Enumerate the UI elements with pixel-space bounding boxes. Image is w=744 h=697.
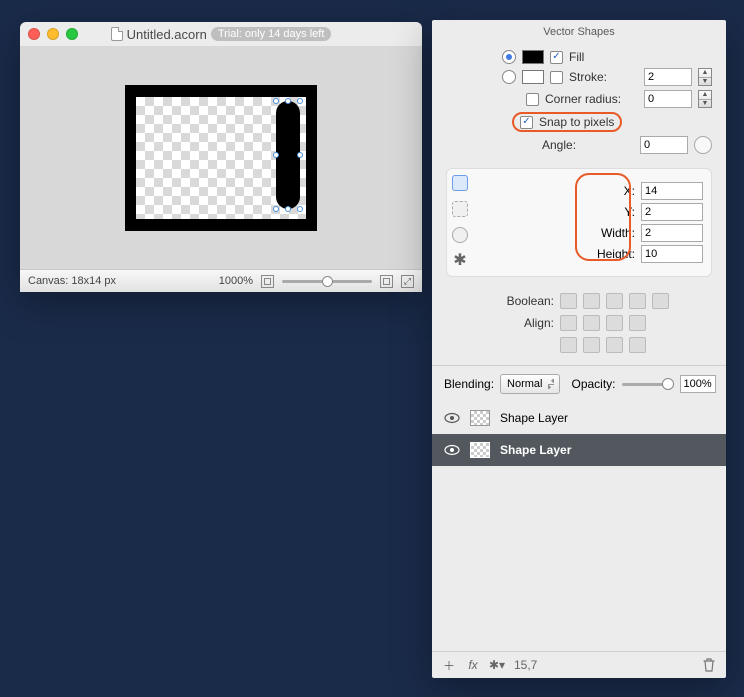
layer-name: Shape Layer — [500, 411, 568, 425]
layer-thumbnail — [470, 410, 490, 426]
corner-radius-label: Corner radius: — [545, 92, 621, 106]
boolean-subtract-icon[interactable] — [583, 293, 600, 309]
canvas-size-label: Canvas: 18x14 px — [28, 275, 116, 287]
zoom-slider[interactable] — [282, 280, 372, 283]
align-vcenter-icon[interactable] — [583, 337, 600, 353]
layer-row[interactable]: Shape Layer — [432, 434, 726, 466]
traffic-lights — [28, 28, 78, 40]
visibility-icon[interactable] — [444, 412, 460, 424]
y-input[interactable] — [641, 203, 703, 221]
snap-to-pixels-checkbox[interactable]: ✓ — [520, 116, 533, 129]
visibility-icon[interactable] — [444, 444, 460, 456]
zoom-out-icon[interactable] — [261, 275, 274, 288]
resize-handle[interactable] — [273, 206, 279, 212]
resize-handle[interactable] — [285, 206, 291, 212]
add-layer-icon[interactable]: ＋ — [442, 658, 456, 672]
snap-to-pixels-label: Snap to pixels — [539, 115, 614, 129]
zoom-label: 1000% — [219, 275, 253, 287]
document-icon — [111, 27, 123, 41]
boolean-union-icon[interactable] — [560, 293, 577, 309]
resize-handle[interactable] — [297, 152, 303, 158]
corner-radius-input[interactable] — [644, 90, 692, 108]
zoom-button[interactable] — [66, 28, 78, 40]
x-label: X: — [567, 184, 635, 198]
boolean-intersect-icon[interactable] — [606, 293, 623, 309]
opacity-label: Opacity: — [572, 377, 616, 391]
gear-icon[interactable]: ✱▾ — [490, 658, 504, 672]
align-bottom-icon[interactable] — [606, 337, 623, 353]
opacity-value[interactable]: 100% — [680, 375, 716, 393]
width-label: Width: — [567, 226, 635, 240]
resize-handle[interactable] — [273, 152, 279, 158]
zoom-in-icon[interactable] — [380, 275, 393, 288]
titlebar[interactable]: Untitled.acorn Trial: only 14 days left — [20, 22, 422, 46]
y-label: Y: — [567, 205, 635, 219]
canvas[interactable] — [136, 97, 306, 219]
fill-label: Fill — [569, 50, 584, 64]
distribute-h-icon[interactable] — [629, 315, 646, 331]
width-input[interactable] — [641, 224, 703, 242]
align-label: Align: — [446, 316, 554, 330]
panel-title: Vector Shapes — [432, 20, 726, 42]
document-title: Untitled.acorn — [127, 27, 207, 42]
minimize-button[interactable] — [47, 28, 59, 40]
distribute-v-icon[interactable] — [629, 337, 646, 353]
status-bar: Canvas: 18x14 px 1000% ⤢ — [20, 269, 422, 292]
align-top-icon[interactable] — [560, 337, 577, 353]
align-left-icon[interactable] — [560, 315, 577, 331]
resize-handle[interactable] — [273, 98, 279, 104]
canvas-viewport[interactable] — [20, 46, 422, 269]
trash-icon[interactable] — [702, 658, 716, 672]
stroke-label: Stroke: — [569, 70, 607, 84]
layer-name: Shape Layer — [500, 443, 571, 457]
stroke-width-stepper[interactable]: ▲▼ — [698, 68, 712, 86]
geometry-tab-circle-icon[interactable] — [452, 227, 468, 243]
align-right-icon[interactable] — [606, 315, 623, 331]
selected-shape[interactable] — [276, 101, 300, 209]
boolean-label: Boolean: — [446, 294, 554, 308]
x-input[interactable] — [641, 182, 703, 200]
cursor-coords: 15,7 — [514, 658, 537, 672]
fill-color-swatch[interactable] — [522, 50, 544, 64]
fill-checkbox[interactable]: ✓ — [550, 51, 563, 64]
inspector-panel: Vector Shapes ✓ Fill Stroke: ▲▼ Corner r… — [432, 20, 726, 678]
align-hcenter-icon[interactable] — [583, 315, 600, 331]
snap-highlight: ✓ Snap to pixels — [512, 112, 622, 132]
angle-label: Angle: — [542, 138, 576, 152]
layers-list: Shape Layer Shape Layer — [432, 402, 726, 466]
resize-handle[interactable] — [297, 206, 303, 212]
corner-radius-stepper[interactable]: ▲▼ — [698, 90, 712, 108]
angle-dial[interactable] — [694, 136, 712, 154]
geometry-tab-bounds-icon[interactable] — [452, 175, 468, 191]
fill-radio[interactable] — [502, 50, 516, 64]
close-button[interactable] — [28, 28, 40, 40]
panel-footer: ＋ fx ✱▾ 15,7 — [432, 651, 726, 678]
geometry-section: ✱ X: Y: Width: Height: — [446, 168, 712, 277]
layer-thumbnail — [470, 442, 490, 458]
corner-radius-checkbox[interactable] — [526, 93, 539, 106]
boolean-difference-icon[interactable] — [629, 293, 646, 309]
boolean-divide-icon[interactable] — [652, 293, 669, 309]
document-window: Untitled.acorn Trial: only 14 days left … — [20, 22, 422, 292]
opacity-slider[interactable] — [622, 383, 674, 386]
canvas-border — [125, 85, 317, 231]
fx-icon[interactable]: fx — [466, 658, 480, 672]
trial-badge: Trial: only 14 days left — [211, 27, 332, 41]
stroke-checkbox[interactable] — [550, 71, 563, 84]
resize-handle[interactable] — [285, 98, 291, 104]
height-label: Height: — [567, 247, 635, 261]
fit-to-window-icon[interactable]: ⤢ — [401, 275, 414, 288]
stroke-color-swatch[interactable] — [522, 70, 544, 84]
geometry-tab-selection-icon[interactable] — [452, 201, 468, 217]
blending-label: Blending: — [444, 377, 494, 391]
geometry-settings-icon[interactable]: ✱ — [453, 253, 467, 267]
height-input[interactable] — [641, 245, 703, 263]
layer-row[interactable]: Shape Layer — [432, 402, 726, 434]
resize-handle[interactable] — [297, 98, 303, 104]
blending-select[interactable]: Normal — [500, 374, 559, 394]
angle-input[interactable] — [640, 136, 688, 154]
stroke-radio[interactable] — [502, 70, 516, 84]
stroke-width-input[interactable] — [644, 68, 692, 86]
